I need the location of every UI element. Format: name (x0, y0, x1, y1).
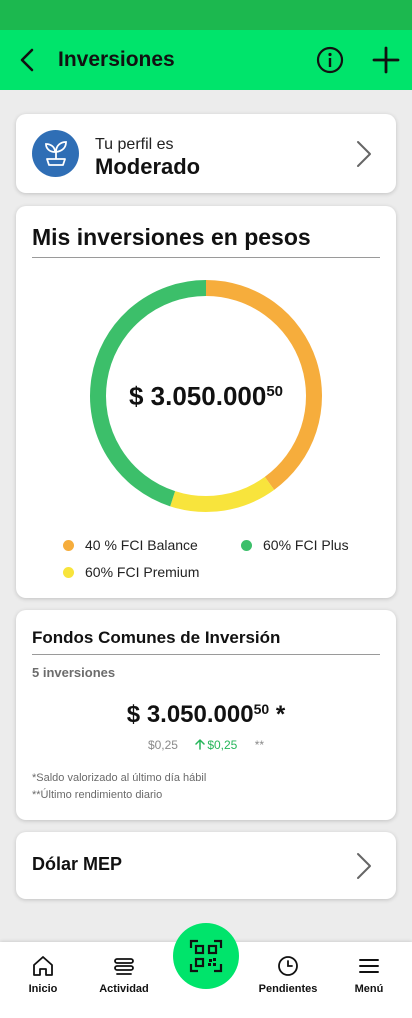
status-bar (0, 0, 412, 30)
mep-card[interactable]: Dólar MEP (16, 832, 396, 899)
funds-amount-main: $ 3.050.000 (126, 701, 254, 728)
clock-icon (278, 956, 298, 976)
legend-item-balance: 40 % FCI Balance (63, 537, 198, 553)
donut-total-main: $ 3.050.000 (128, 381, 267, 411)
legend-dot (63, 566, 74, 578)
mep-label: Dólar MEP (32, 854, 123, 874)
page-title: Inversiones (58, 48, 175, 71)
profile-card[interactable]: Tu perfil es Moderado (16, 114, 396, 193)
legend-dot (241, 539, 252, 551)
add-button[interactable] (372, 46, 400, 74)
nav-label: Menú (354, 983, 384, 995)
home-icon (33, 956, 53, 976)
info-icon (316, 46, 344, 74)
nav-item-inicio[interactable]: Inicio (3, 942, 83, 1002)
plant-icon (45, 141, 67, 166)
nav-item-pendientes[interactable]: Pendientes (248, 942, 328, 1002)
legend-label: 60% FCI Plus (263, 537, 349, 553)
donut-total: $ 3.050.00050 (16, 381, 396, 412)
chevron-left-icon (20, 48, 34, 72)
funds-value-left: $0,25 (147, 738, 178, 752)
nav-label: Inicio (28, 983, 58, 995)
funds-variation-row: $0,25 $0,25 ** (16, 738, 396, 752)
legend-label: 60% FCI Premium (85, 564, 200, 580)
funds-count: 5 inversiones (32, 665, 116, 680)
legend-dot (63, 539, 74, 551)
funds-amount-suffix: * (269, 701, 286, 728)
funds-note-1: *Saldo valorizado al último día hábil (32, 772, 207, 784)
qr-scan-button[interactable] (173, 923, 239, 989)
profile-label: Tu perfil es (95, 136, 174, 153)
funds-card[interactable]: Fondos Comunes de Inversión 5 inversione… (16, 610, 396, 820)
qr-code-icon (189, 939, 223, 973)
back-button[interactable] (14, 46, 42, 74)
funds-value-up: $0,25 (195, 738, 237, 752)
nav-item-actividad[interactable]: Actividad (84, 942, 164, 1002)
funds-title: Fondos Comunes de Inversión (32, 628, 281, 647)
funds-value-right: ** (254, 738, 265, 752)
profile-value: Moderado (95, 154, 201, 179)
funds-value-up-text: $0,25 (207, 738, 238, 752)
activity-icon (114, 958, 134, 975)
profile-avatar (32, 130, 79, 177)
donut-segment (170, 476, 275, 512)
legend-item-premium: 60% FCI Premium (63, 564, 199, 580)
app-bar: Inversiones (0, 30, 412, 90)
nav-item-menu[interactable]: Menú (329, 942, 409, 1002)
plus-icon (372, 46, 400, 74)
divider (32, 654, 380, 655)
nav-label: Actividad (99, 983, 149, 995)
investments-card: Mis inversiones en pesos $ 3.050.00050 4… (16, 206, 396, 598)
funds-amount: $ 3.050.00050 * (16, 701, 396, 729)
funds-amount-cents: 50 (253, 701, 270, 717)
arrow-up-icon (195, 739, 206, 750)
chevron-right-icon (357, 853, 371, 879)
legend-item-plus: 60% FCI Plus (241, 537, 349, 553)
hamburger-icon (359, 959, 379, 973)
nav-label: Pendientes (258, 983, 318, 995)
legend-label: 40 % FCI Balance (85, 537, 198, 553)
chevron-right-icon (357, 141, 371, 167)
donut-total-cents: 50 (266, 383, 284, 400)
donut-chart (90, 280, 322, 512)
funds-note-2: **Último rendimiento diario (32, 789, 163, 801)
info-button[interactable] (316, 46, 344, 74)
